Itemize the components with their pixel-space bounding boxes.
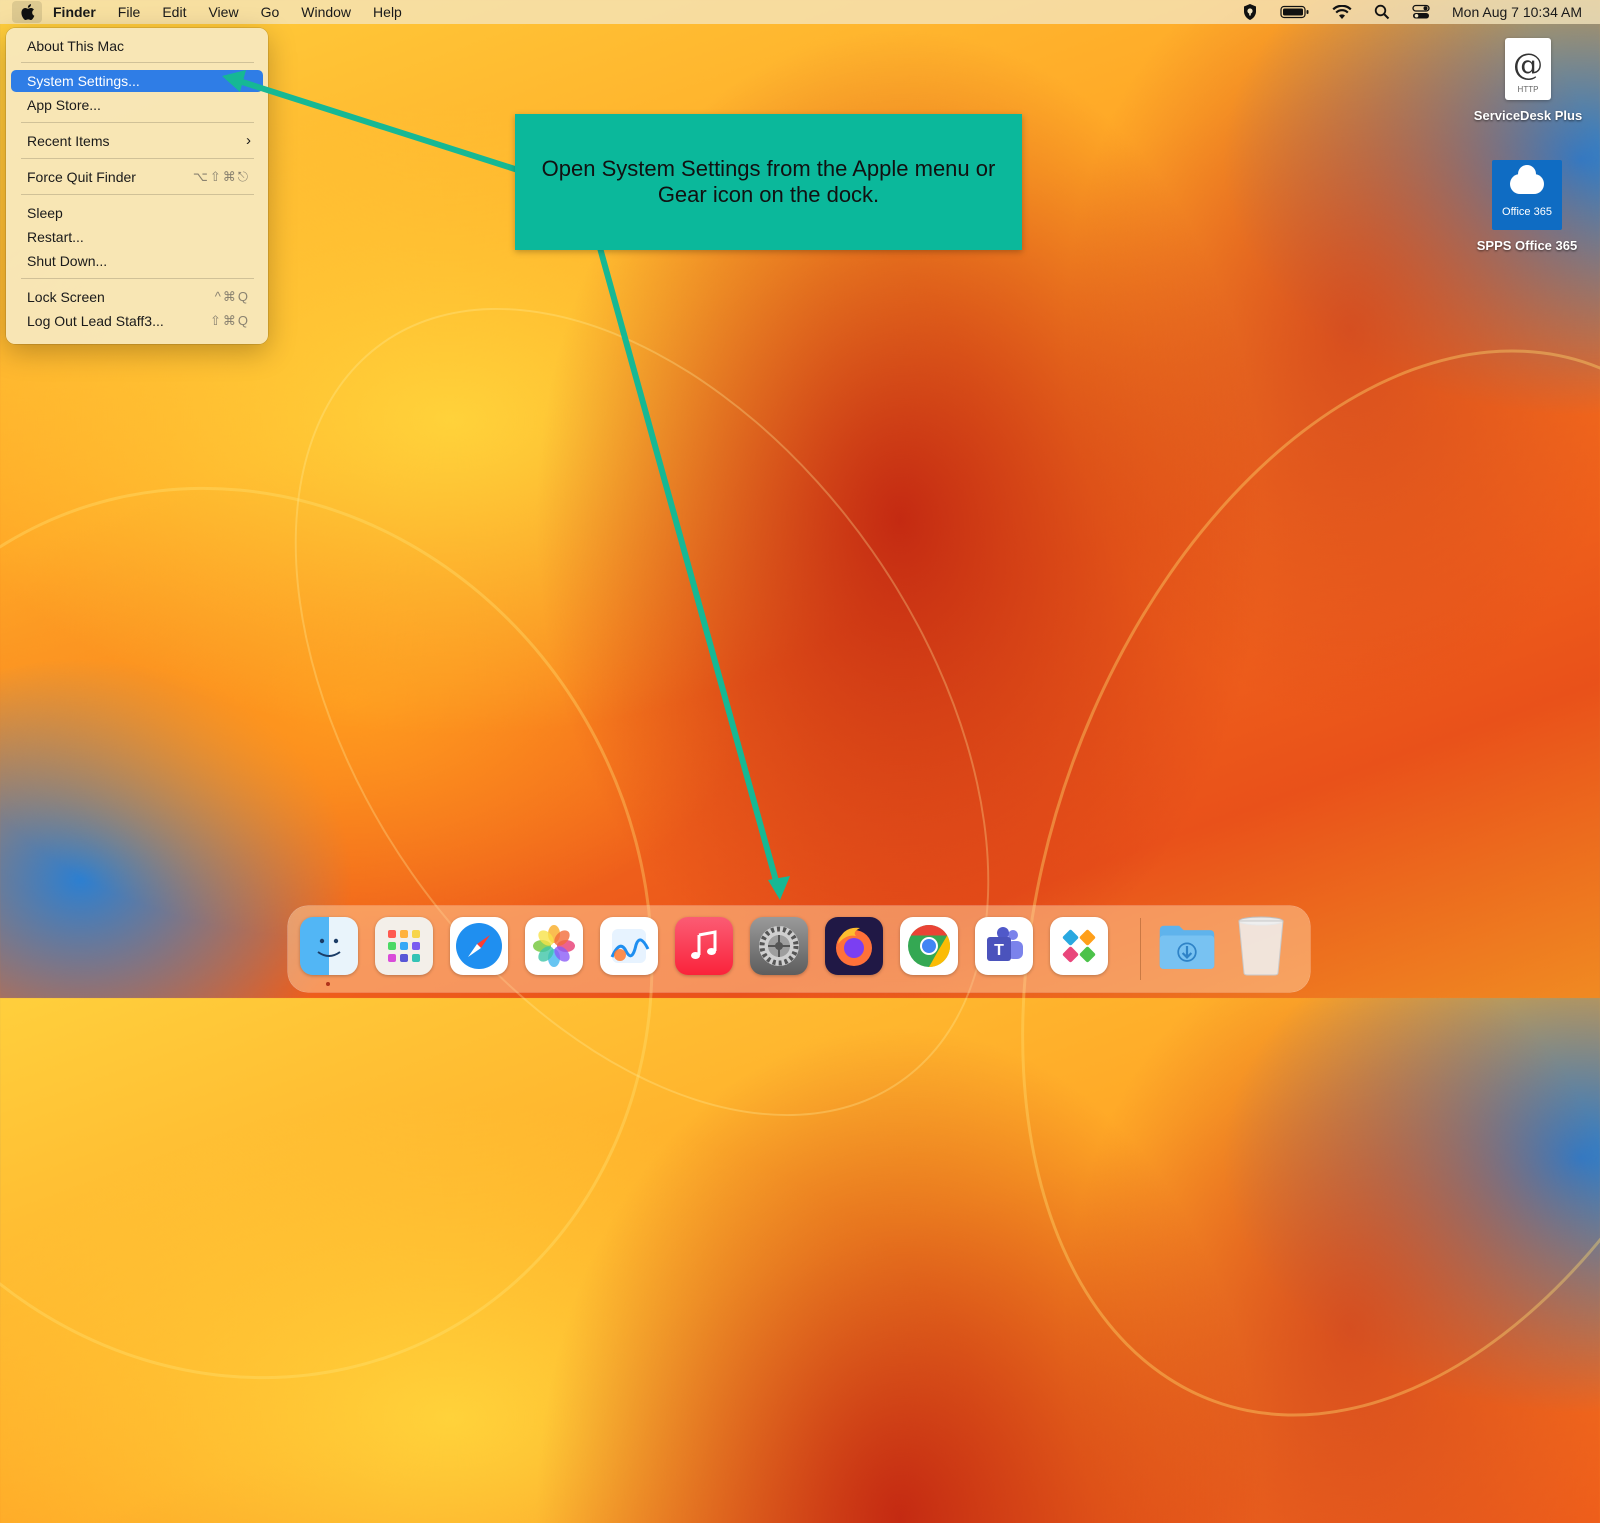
menu-item-label: Sleep [27, 205, 63, 221]
gear-icon [759, 926, 799, 966]
shield-icon[interactable] [1242, 3, 1258, 21]
trash-icon[interactable] [1232, 916, 1290, 976]
self-service-icon[interactable] [1050, 917, 1108, 975]
system-settings-icon[interactable] [750, 917, 808, 975]
safari-icon[interactable] [450, 917, 508, 975]
menu-separator [21, 62, 254, 63]
office-365-icon: Office 365 [1492, 160, 1562, 230]
finder-icon[interactable] [300, 917, 358, 975]
firefox-logo-icon [836, 927, 872, 966]
menu-app-name[interactable]: Finder [42, 0, 107, 24]
chrome-logo-icon [908, 925, 951, 967]
menu-item-restart[interactable]: Restart... [11, 226, 263, 248]
menu-item-app-store[interactable]: App Store... [11, 94, 263, 116]
music-note-icon [691, 930, 717, 959]
freeform-squiggle-icon [610, 929, 650, 963]
menu-go[interactable]: Go [250, 0, 291, 24]
menu-item-label: Force Quit Finder [27, 169, 136, 185]
menu-item-system-settings[interactable]: System Settings... [11, 70, 263, 92]
desktop-icon-label: SPPS Office 365 [1476, 238, 1578, 253]
http-label: HTTP [1517, 85, 1539, 94]
music-icon[interactable] [675, 917, 733, 975]
teams-logo-icon: T [987, 927, 1023, 961]
arrow-to-system-settings [235, 77, 519, 173]
apple-logo-icon [21, 4, 35, 20]
spotlight-icon[interactable] [1374, 4, 1390, 20]
launchpad-icon[interactable] [375, 917, 433, 975]
freeform-icon[interactable] [600, 917, 658, 975]
apple-menu-button[interactable] [12, 1, 42, 23]
menu-separator [21, 122, 254, 123]
menu-item-shortcut: ⌥⇧⌘⎋ [192, 169, 250, 184]
folder-download-icon [1159, 925, 1215, 969]
control-center-icon[interactable] [1412, 4, 1430, 20]
http-document-icon: @ HTTP [1505, 38, 1551, 100]
running-indicator [326, 982, 330, 986]
office-365-icon-text: Office 365 [1502, 206, 1552, 218]
teams-icon[interactable]: T [975, 917, 1033, 975]
wifi-icon[interactable] [1332, 4, 1352, 20]
menu-item-about-this-mac[interactable]: About This Mac [11, 35, 263, 57]
menu-help[interactable]: Help [362, 0, 413, 24]
menu-view[interactable]: View [197, 0, 249, 24]
menu-item-label: Shut Down... [27, 253, 108, 269]
instruction-callout: Open System Settings from the Apple menu… [515, 114, 1022, 250]
menu-edit[interactable]: Edit [151, 0, 197, 24]
desktop-icon-spps-office-365[interactable]: Office 365 SPPS Office 365 [1467, 160, 1587, 253]
menu-item-label: Recent Items [27, 133, 110, 149]
menu-item-shortcut: ⇧⌘Q [209, 313, 250, 328]
menu-bar-clock[interactable]: Mon Aug 7 10:34 AM [1452, 4, 1582, 20]
downloads-folder-icon[interactable] [1158, 917, 1216, 975]
menu-item-sleep[interactable]: Sleep [11, 202, 263, 224]
menu-separator [21, 278, 254, 279]
menu-item-label: About This Mac [27, 38, 125, 54]
menu-item-label: Log Out Lead Staff3... [27, 313, 164, 329]
menu-separator [21, 194, 254, 195]
menu-item-log-out[interactable]: Log Out Lead Staff3... ⇧⌘Q [11, 310, 263, 332]
menu-item-label: App Store... [27, 97, 101, 113]
launchpad-grid-icon [388, 930, 420, 962]
battery-icon[interactable] [1280, 5, 1310, 19]
menu-bar: Finder File Edit View Go Window Help Mon… [0, 0, 1600, 24]
photos-flower-icon [533, 925, 575, 967]
wallpaper-curve [882, 242, 1600, 1523]
arrow-to-dock-gear [597, 247, 781, 889]
apple-menu-dropdown: About This Mac System Settings... App St… [6, 28, 268, 344]
menu-separator [21, 158, 254, 159]
firefox-icon[interactable] [825, 917, 883, 975]
self-service-logo-icon [1062, 929, 1096, 963]
menu-item-shortcut: ^⌘Q [214, 289, 250, 304]
menu-item-label: System Settings... [27, 73, 140, 89]
at-sign-glyph: @ [1513, 48, 1543, 83]
callout-text: Open System Settings from the Apple menu… [541, 156, 996, 207]
dock-separator [1140, 918, 1141, 980]
menu-window[interactable]: Window [290, 0, 362, 24]
finder-face-icon [317, 938, 341, 957]
desktop-icon-servicedesk-plus[interactable]: @ HTTP ServiceDesk Plus [1468, 38, 1588, 123]
menu-item-label: Lock Screen [27, 289, 105, 305]
menu-item-lock-screen[interactable]: Lock Screen ^⌘Q [11, 286, 263, 308]
dock: T [288, 906, 1310, 992]
menu-item-shut-down[interactable]: Shut Down... [11, 250, 263, 272]
wallpaper-curve [151, 179, 1133, 1245]
menu-file[interactable]: File [107, 0, 152, 24]
menu-item-label: Restart... [27, 229, 84, 245]
chevron-right-icon: › [246, 132, 251, 149]
trash-can-icon [1238, 916, 1284, 976]
svg-text:T: T [994, 942, 1004, 959]
photos-icon[interactable] [525, 917, 583, 975]
arrowhead-icon [768, 876, 790, 900]
menu-item-force-quit[interactable]: Force Quit Finder ⌥⇧⌘⎋ [11, 166, 263, 188]
chrome-icon[interactable] [900, 917, 958, 975]
cloud-icon [1510, 165, 1544, 194]
safari-compass-icon [456, 923, 502, 969]
desktop-icon-label: ServiceDesk Plus [1473, 108, 1583, 123]
menu-item-recent-items[interactable]: Recent Items › [11, 130, 263, 152]
